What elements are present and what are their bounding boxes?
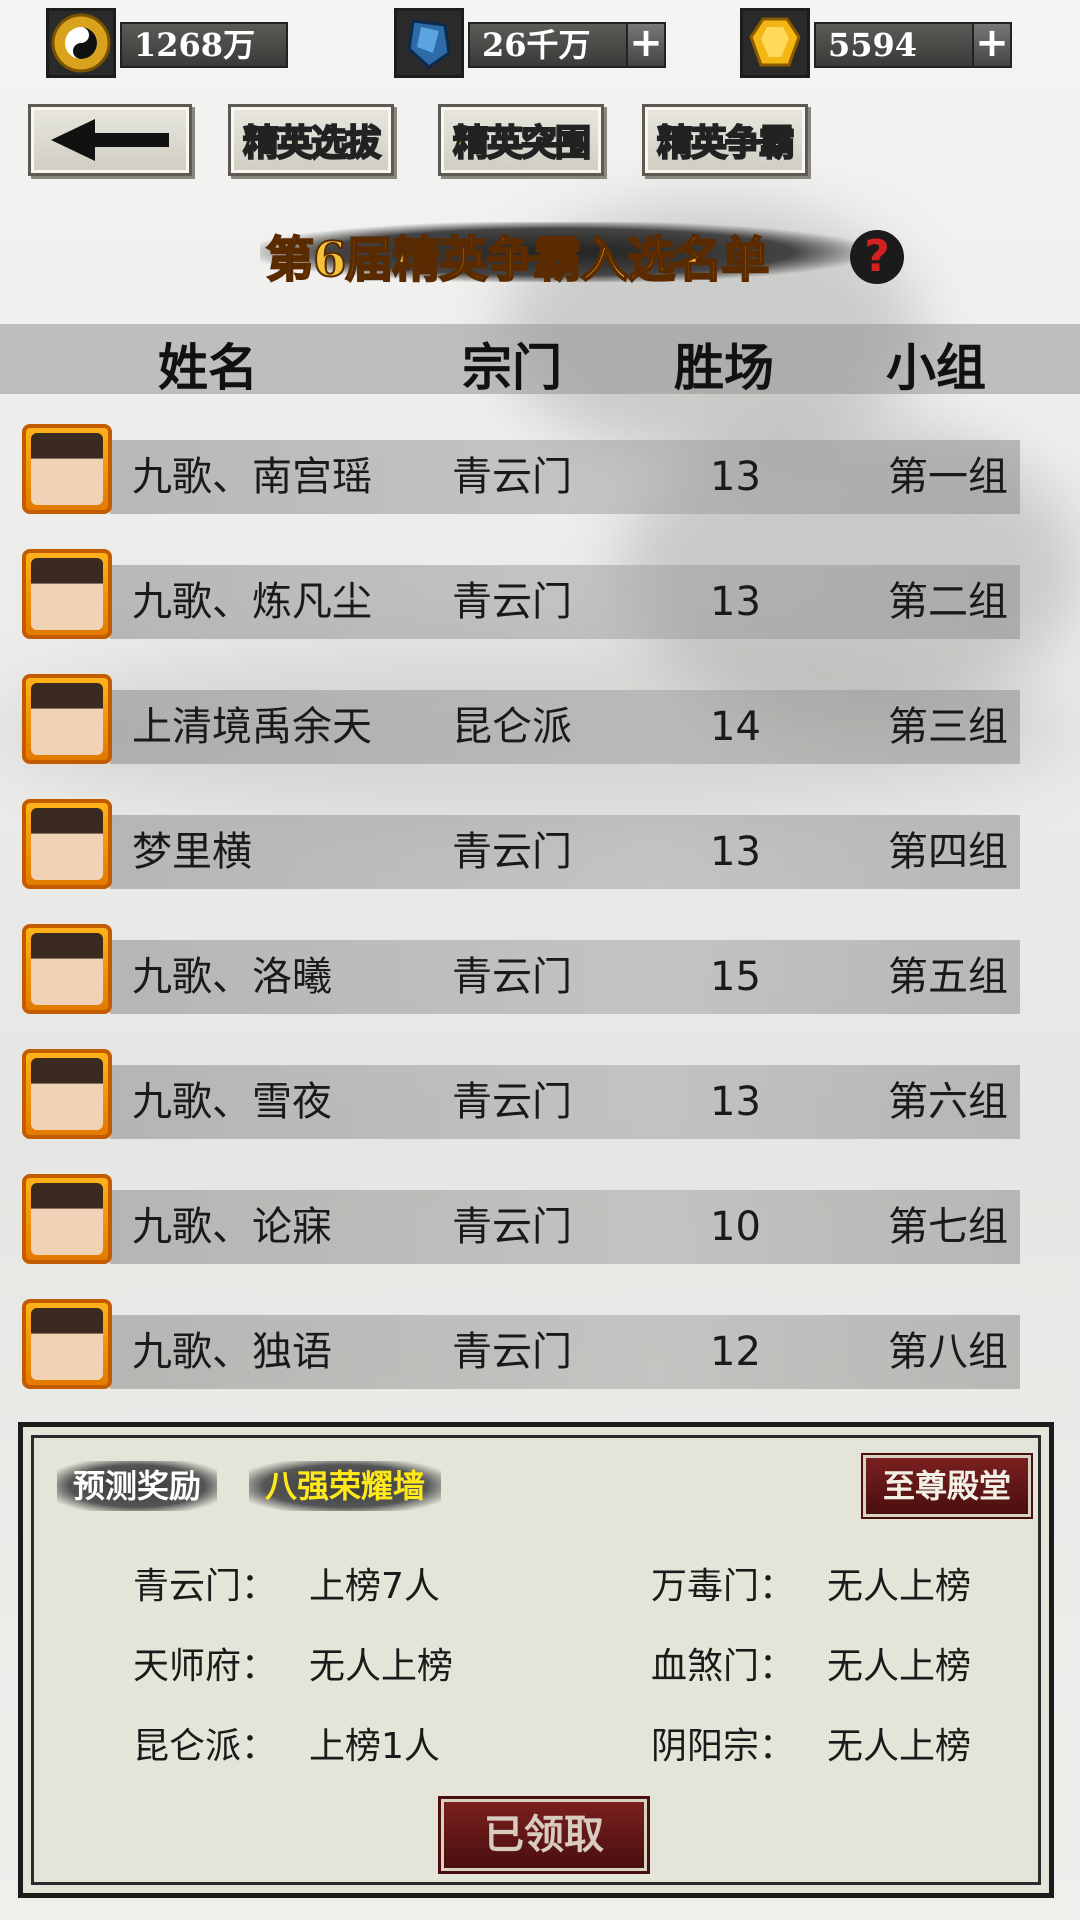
blue-crystal-icon <box>394 8 464 78</box>
player-name: 九歌、南宫瑶 <box>132 454 372 500</box>
gold-amount: 5594 <box>814 22 976 68</box>
tab-elite-championship[interactable]: 精英争霸 <box>642 104 808 176</box>
player-name: 上清境禹余天 <box>132 704 372 750</box>
player-wins: 14 <box>710 704 761 750</box>
player-wins: 13 <box>710 829 761 875</box>
player-sect: 青云门 <box>452 829 572 875</box>
gold-gem-icon <box>740 8 810 78</box>
player-sect: 青云门 <box>452 579 572 625</box>
table-row[interactable]: 梦里横 青云门 13 第四组 <box>20 795 1020 895</box>
sect-name: 万毒门： <box>651 1566 796 1607</box>
avatar[interactable] <box>22 1049 112 1139</box>
sect-result: 无人上榜 <box>827 1566 972 1607</box>
currency-coin: 1268万 <box>46 8 288 78</box>
player-name: 九歌、雪夜 <box>132 1079 332 1125</box>
currency-crystal: 26千万 + <box>394 8 674 78</box>
table-row[interactable]: 九歌、独语 青云门 12 第八组 <box>20 1295 1020 1395</box>
avatar[interactable] <box>22 424 112 514</box>
player-wins: 13 <box>710 1079 761 1125</box>
player-sect: 青云门 <box>452 954 572 1000</box>
table-header: 姓名 宗门 胜场 小组 <box>0 324 1080 397</box>
table-row[interactable]: 九歌、雪夜 青云门 13 第六组 <box>20 1045 1020 1145</box>
player-group: 第二组 <box>888 579 1008 625</box>
player-name: 九歌、炼凡尘 <box>132 579 372 625</box>
sect-result: 无人上榜 <box>827 1726 972 1767</box>
back-arrow-icon <box>51 119 169 161</box>
player-sect: 青云门 <box>452 1204 572 1250</box>
add-crystal-button[interactable]: + <box>626 22 666 68</box>
help-button[interactable]: ? <box>850 230 904 284</box>
tab-elite-selection[interactable]: 精英选拔 <box>228 104 394 176</box>
claimed-button[interactable]: 已领取 <box>441 1799 647 1871</box>
sect-name: 昆仑派： <box>133 1726 278 1767</box>
tab-elite-breakout[interactable]: 精英突围 <box>438 104 604 176</box>
player-sect: 青云门 <box>452 454 572 500</box>
page-title-banner: 第6届精英争霸入选名单 ? <box>260 212 904 292</box>
table-row[interactable]: 上清境禹余天 昆仑派 14 第三组 <box>20 670 1020 770</box>
supreme-hall-button[interactable]: 至尊殿堂 <box>863 1455 1031 1517</box>
player-sect: 青云门 <box>452 1079 572 1125</box>
header-name: 姓名 <box>158 338 258 397</box>
sect-result: 无人上榜 <box>309 1646 454 1687</box>
table-row[interactable]: 九歌、洛曦 青云门 15 第五组 <box>20 920 1020 1020</box>
crystal-amount: 26千万 <box>468 22 630 68</box>
table-row[interactable]: 九歌、南宫瑶 青云门 13 第一组 <box>20 420 1020 520</box>
table-row[interactable]: 九歌、论寐 青云门 10 第七组 <box>20 1170 1020 1270</box>
player-group: 第一组 <box>888 454 1008 500</box>
avatar[interactable] <box>22 1174 112 1264</box>
avatar[interactable] <box>22 674 112 764</box>
player-group: 第六组 <box>888 1079 1008 1125</box>
player-name: 九歌、洛曦 <box>132 954 332 1000</box>
yin-yang-coin-icon <box>46 8 116 78</box>
player-name: 梦里横 <box>132 829 252 875</box>
sect-name: 阴阳宗： <box>651 1726 796 1767</box>
player-group: 第五组 <box>888 954 1008 1000</box>
tab-top-eight-wall[interactable]: 八强荣耀墙 <box>249 1461 442 1511</box>
table-row[interactable]: 九歌、炼凡尘 青云门 13 第二组 <box>20 545 1020 645</box>
back-button[interactable] <box>28 104 192 176</box>
sect-name: 天师府： <box>133 1646 278 1687</box>
sect-result: 上榜1人 <box>309 1726 440 1767</box>
player-wins: 10 <box>710 1204 761 1250</box>
player-wins: 15 <box>710 954 761 1000</box>
player-sect: 昆仑派 <box>452 704 572 750</box>
header-group: 小组 <box>886 338 986 397</box>
sect-result: 无人上榜 <box>827 1646 972 1687</box>
add-gold-button[interactable]: + <box>972 22 1012 68</box>
page-title: 第6届精英争霸入选名单 <box>265 231 770 289</box>
player-wins: 13 <box>710 579 761 625</box>
avatar[interactable] <box>22 1299 112 1389</box>
player-group: 第八组 <box>888 1329 1008 1375</box>
sect-name: 血煞门： <box>651 1646 796 1687</box>
sect-result: 上榜7人 <box>309 1566 440 1607</box>
player-name: 九歌、论寐 <box>132 1204 332 1250</box>
player-name: 九歌、独语 <box>132 1329 332 1375</box>
player-group: 第三组 <box>888 704 1008 750</box>
player-wins: 12 <box>710 1329 761 1375</box>
sect-name: 青云门： <box>133 1566 278 1607</box>
player-group: 第七组 <box>888 1204 1008 1250</box>
tab-prediction-reward[interactable]: 预测奖励 <box>57 1461 218 1511</box>
avatar[interactable] <box>22 799 112 889</box>
player-sect: 青云门 <box>452 1329 572 1375</box>
coin-amount: 1268万 <box>120 22 288 68</box>
avatar[interactable] <box>22 924 112 1014</box>
avatar[interactable] <box>22 549 112 639</box>
header-sect: 宗门 <box>462 338 562 397</box>
player-group: 第四组 <box>888 829 1008 875</box>
prediction-panel: 预测奖励 八强荣耀墙 至尊殿堂 青云门： 上榜7人 万毒门： 无人上榜 天师府：… <box>18 1422 1054 1898</box>
player-wins: 13 <box>710 454 761 500</box>
header-wins: 胜场 <box>674 338 774 397</box>
currency-gold: 5594 + <box>740 8 1020 78</box>
